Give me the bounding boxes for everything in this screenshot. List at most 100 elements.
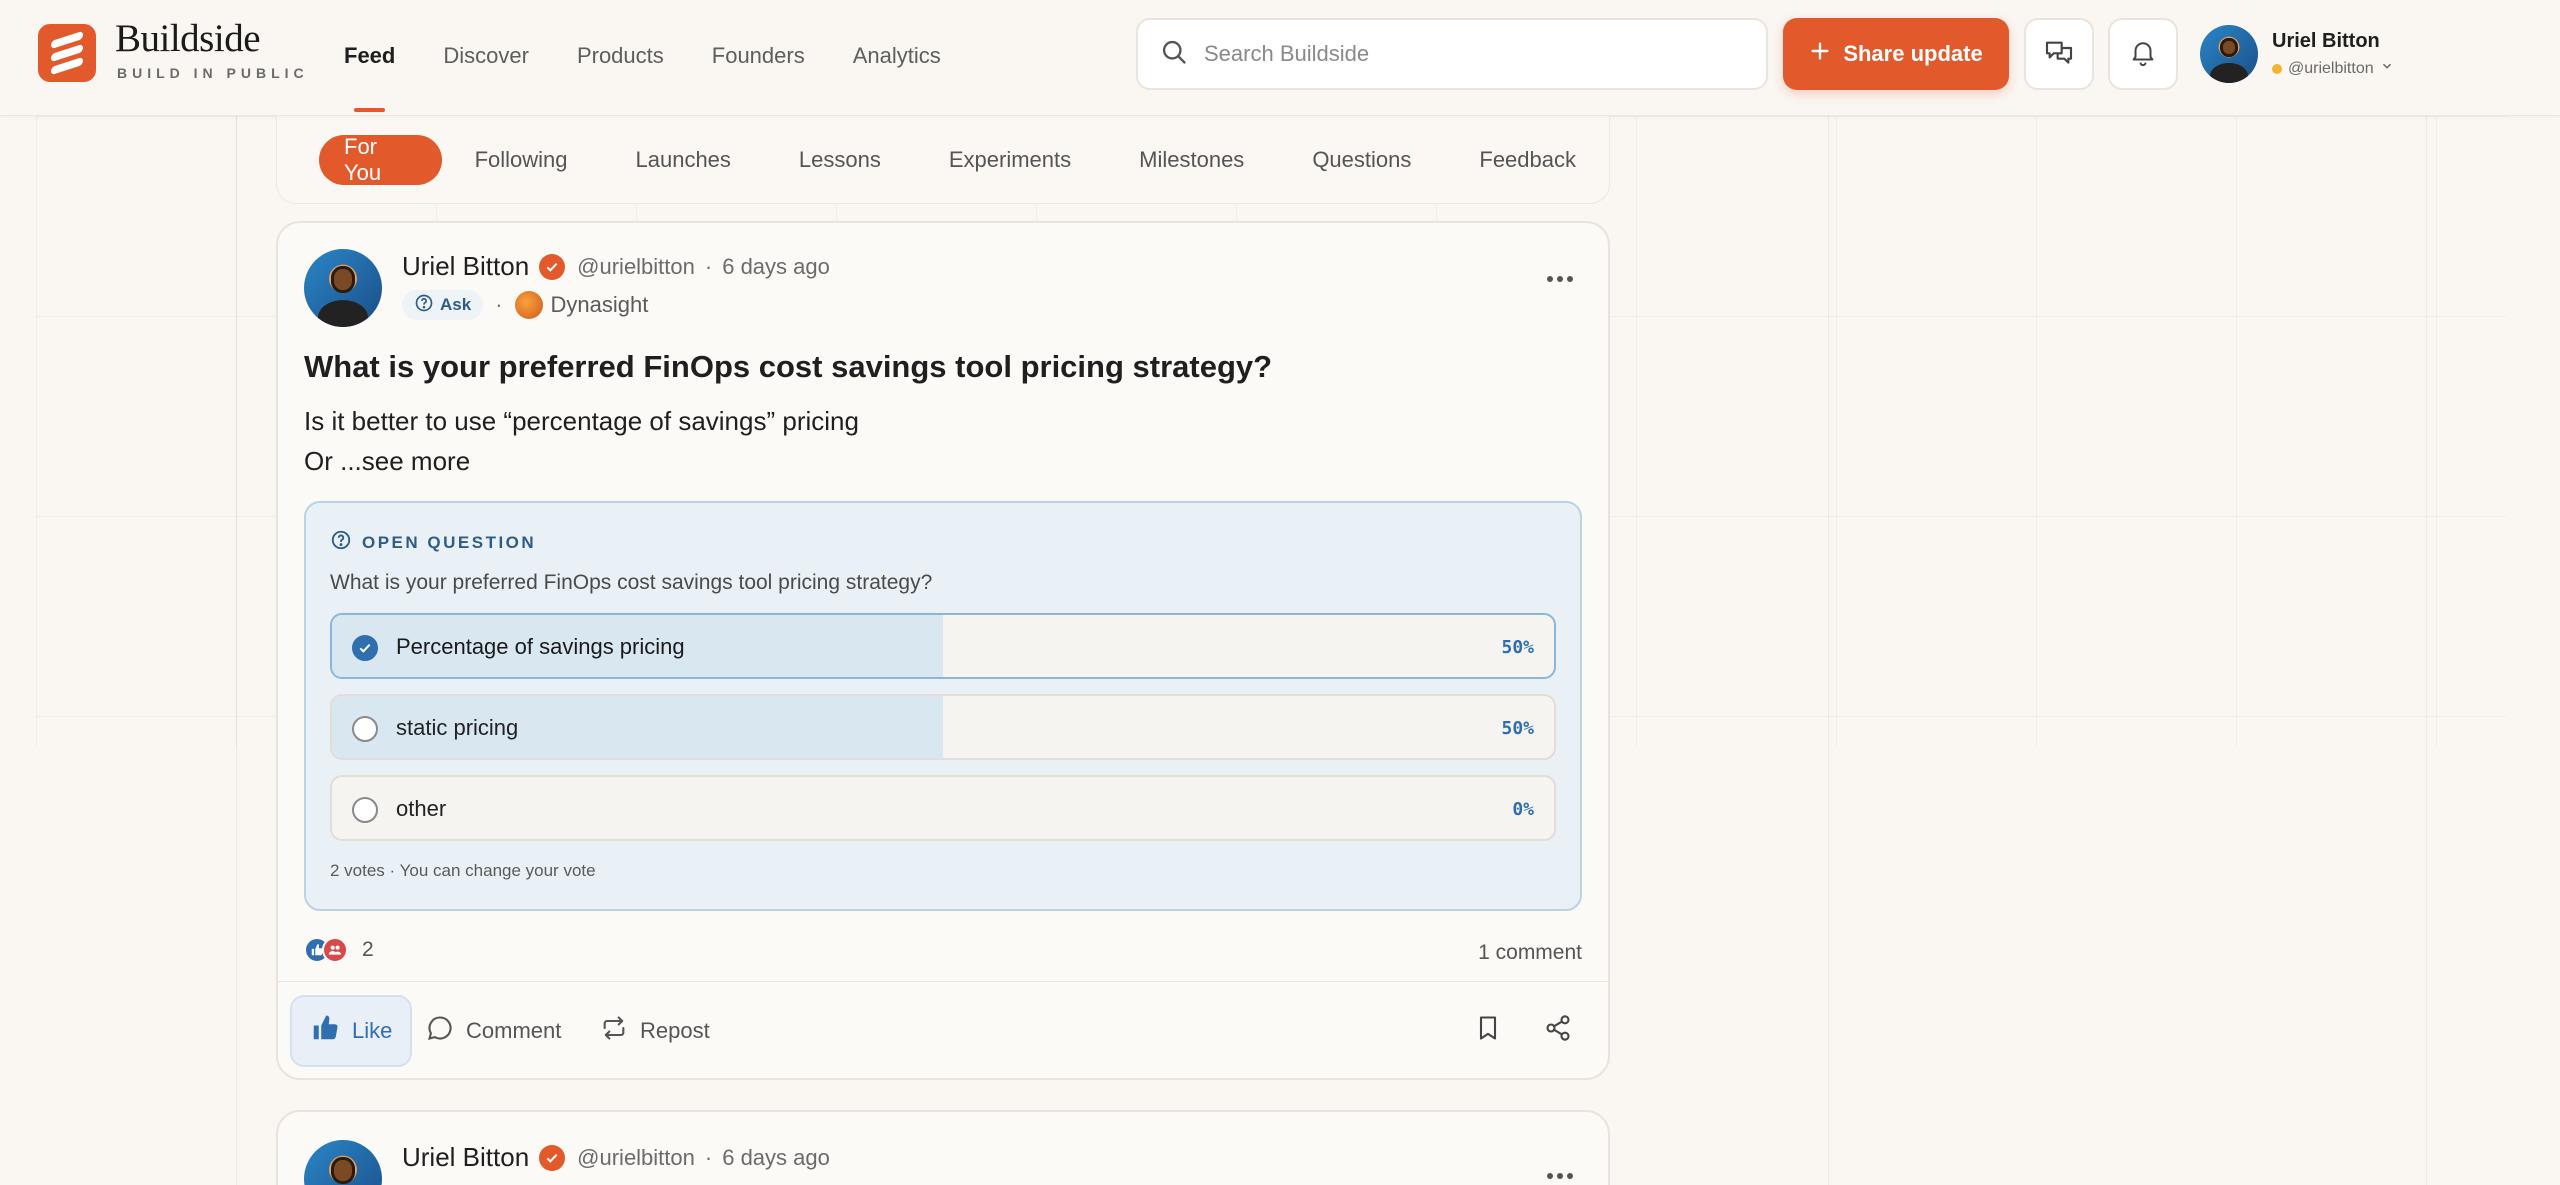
- brand-tagline: BUILD IN PUBLIC: [117, 65, 309, 81]
- bell-icon: [2128, 37, 2158, 72]
- user-name: Uriel Bitton: [2272, 30, 2380, 52]
- poll-option-percent: 50%: [1501, 718, 1534, 739]
- radio-circle-icon: [352, 797, 378, 823]
- verified-badge-icon: [539, 1144, 566, 1171]
- filter-feedback[interactable]: Feedback: [1454, 135, 1601, 185]
- nav-item-feed[interactable]: Feed: [320, 0, 419, 112]
- comment-label: Comment: [466, 1018, 562, 1043]
- background-line: [1828, 116, 1829, 1185]
- buildside-logo-icon[interactable]: [38, 24, 96, 82]
- poll-option-text: static pricing: [396, 715, 519, 740]
- plus-icon: [1809, 40, 1831, 68]
- radio-circle-icon: [352, 716, 378, 742]
- share-button[interactable]: [1534, 995, 1582, 1067]
- post-body: Is it better to use “percentage of savin…: [304, 401, 859, 481]
- user-menu[interactable]: Uriel Bitton @urielbitton: [2200, 24, 2394, 84]
- poll-label: OPEN QUESTION: [330, 529, 536, 556]
- author-handle[interactable]: @urielbitton: [577, 254, 695, 280]
- author-name[interactable]: Uriel Bitton: [402, 251, 529, 282]
- poll-option-percent: 0%: [1512, 799, 1534, 820]
- messages-button[interactable]: [2024, 18, 2094, 90]
- author-avatar[interactable]: [304, 1140, 382, 1185]
- divider: [278, 981, 1608, 982]
- share-update-button[interactable]: Share update: [1783, 18, 2009, 90]
- poll-option[interactable]: other 0%: [330, 775, 1556, 841]
- bookmark-button[interactable]: [1464, 995, 1512, 1067]
- filter-questions[interactable]: Questions: [1287, 135, 1436, 185]
- filter-following[interactable]: Following: [450, 135, 593, 185]
- author-avatar[interactable]: [304, 249, 382, 327]
- nav-item-discover[interactable]: Discover: [419, 0, 553, 112]
- check-circle-icon: [352, 635, 378, 661]
- poll-card: OPEN QUESTION What is your preferred Fin…: [304, 501, 1582, 911]
- search-icon: [1160, 38, 1188, 71]
- post-type-label: Ask: [440, 295, 472, 314]
- share-update-label: Share update: [1843, 41, 1983, 66]
- search-input[interactable]: [1204, 41, 1744, 67]
- post-type-badge: Ask: [402, 290, 484, 320]
- poll-option[interactable]: Percentage of savings pricing 50%: [330, 613, 1556, 679]
- filter-launches[interactable]: Launches: [611, 135, 756, 185]
- thumbs-up-icon: [310, 1013, 340, 1049]
- more-options-icon[interactable]: [1546, 259, 1574, 290]
- poll-footer: 2 votes · You can change your vote: [330, 861, 596, 880]
- filter-lessons[interactable]: Lessons: [774, 135, 906, 185]
- filter-experiments[interactable]: Experiments: [924, 135, 1096, 185]
- poll-option-text: Percentage of savings pricing: [396, 634, 685, 659]
- people-icon: [322, 937, 348, 963]
- feed-filter-bar: For You Following Launches Lessons Exper…: [276, 116, 1610, 204]
- background-line: [2426, 116, 2427, 1185]
- reactions-count: 2: [362, 938, 374, 961]
- feed-post: Uriel Bitton @urielbitton · 6 days ago: [276, 1110, 1610, 1185]
- like-button[interactable]: Like: [290, 995, 413, 1067]
- like-label: Like: [352, 1018, 393, 1043]
- project-name: Dynasight: [550, 292, 649, 317]
- post-actions: Like Comment Repost: [290, 995, 1590, 1067]
- avatar: [2200, 25, 2258, 83]
- nav-item-products[interactable]: Products: [553, 0, 688, 112]
- post-header: Uriel Bitton @urielbitton · 6 days ago A…: [304, 249, 830, 327]
- verified-badge-icon: [539, 253, 566, 280]
- search-box[interactable]: [1136, 18, 1768, 90]
- speech-bubble-icon: [426, 1014, 454, 1048]
- status-dot: [2272, 63, 2282, 74]
- top-navigation-bar: Buildside BUILD IN PUBLIC Feed Discover …: [0, 0, 2560, 116]
- dynasight-logo-icon: [514, 291, 543, 319]
- post-title[interactable]: What is your preferred FinOps cost savin…: [304, 349, 1272, 385]
- chevron-down-icon: [2380, 59, 2394, 78]
- poll-label-text: OPEN QUESTION: [362, 532, 537, 552]
- comment-button[interactable]: Comment: [408, 995, 579, 1067]
- comments-count-link[interactable]: 1 comment: [1478, 941, 1582, 965]
- repost-label: Repost: [640, 1018, 710, 1043]
- notifications-button[interactable]: [2108, 18, 2178, 90]
- nav-item-founders[interactable]: Founders: [688, 0, 829, 112]
- filter-for-you[interactable]: For You: [319, 134, 442, 185]
- question-circle-icon: [414, 293, 434, 318]
- question-circle-icon: [330, 529, 352, 556]
- chat-icon: [2043, 36, 2075, 73]
- bookmark-icon: [1474, 1014, 1502, 1048]
- reactions-summary[interactable]: 2: [304, 937, 374, 963]
- separator: ·: [704, 253, 713, 279]
- author-name[interactable]: Uriel Bitton: [402, 1142, 529, 1173]
- post-body-line: Is it better to use “percentage of savin…: [304, 406, 859, 436]
- repost-button[interactable]: Repost: [582, 995, 728, 1067]
- separator: ·: [704, 1144, 713, 1170]
- project-link[interactable]: Dynasight: [514, 291, 649, 319]
- post-time: 6 days ago: [722, 253, 830, 279]
- user-handle: @urielbitton: [2288, 59, 2374, 77]
- repost-icon: [600, 1014, 628, 1048]
- poll-option-percent: 50%: [1501, 637, 1534, 658]
- poll-question: What is your preferred FinOps cost savin…: [330, 571, 933, 594]
- filter-milestones[interactable]: Milestones: [1114, 135, 1269, 185]
- main-nav: Feed Discover Products Founders Analytic…: [320, 0, 965, 112]
- brand-name[interactable]: Buildside: [115, 16, 261, 61]
- post-time: 6 days ago: [722, 1144, 830, 1170]
- more-options-icon[interactable]: [1546, 1156, 1574, 1185]
- nav-item-analytics[interactable]: Analytics: [829, 0, 965, 112]
- see-more-link[interactable]: Or ...see more: [304, 441, 859, 481]
- background-line: [236, 116, 237, 1185]
- author-handle[interactable]: @urielbitton: [577, 1145, 695, 1171]
- poll-option[interactable]: static pricing 50%: [330, 694, 1556, 760]
- feed-post: Uriel Bitton @urielbitton · 6 days ago A…: [276, 221, 1610, 1080]
